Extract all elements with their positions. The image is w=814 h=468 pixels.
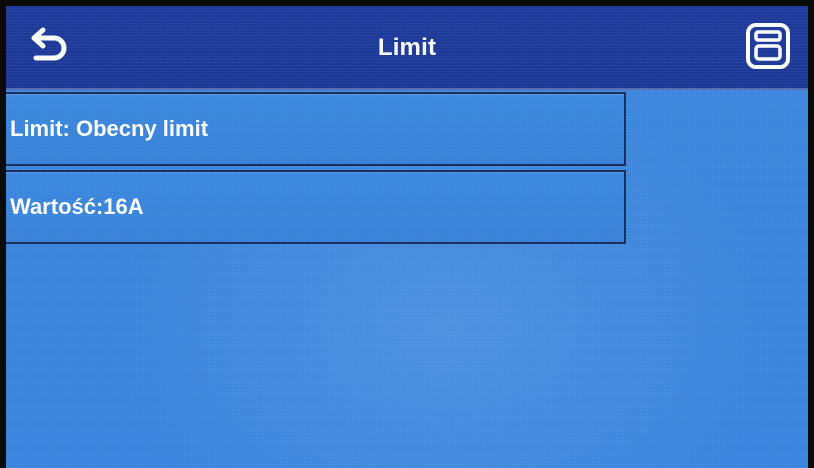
touch-screen: Limit Limit: Obecny limit Wartość:16A <box>6 6 808 468</box>
settings-list: Limit: Obecny limit Wartość:16A <box>6 92 626 248</box>
limit-value-label: Wartość:16A <box>10 194 144 219</box>
save-button[interactable] <box>740 20 796 76</box>
limit-mode-item[interactable]: Limit: Obecny limit <box>6 92 626 166</box>
device-frame: Limit Limit: Obecny limit Wartość:16A <box>0 0 814 468</box>
limit-value-item[interactable]: Wartość:16A <box>6 170 626 244</box>
limit-mode-label: Limit: Obecny limit <box>10 116 209 141</box>
header-bar: Limit <box>6 6 808 90</box>
save-icon <box>744 21 792 76</box>
page-title: Limit <box>377 34 437 61</box>
